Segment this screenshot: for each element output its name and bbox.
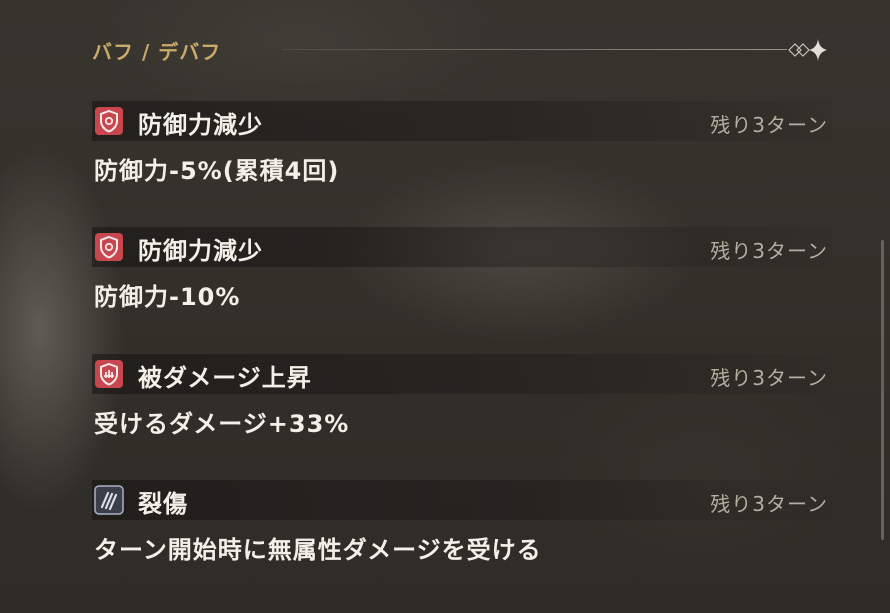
header-divider <box>282 49 787 50</box>
effect-description: 受けるダメージ+33% <box>94 410 350 438</box>
effect-item-laceration[interactable]: 裂傷 残り3ターン ターン開始時に無属性ダメージを受ける <box>92 480 832 565</box>
effect-name: 防御力減少 <box>138 111 263 139</box>
effect-turns-remaining: 残り3ターン <box>710 492 828 516</box>
laceration-icon <box>94 485 124 515</box>
effect-name: 被ダメージ上昇 <box>138 364 312 392</box>
section-title: バフ / デバフ <box>92 40 222 64</box>
effect-name: 防御力減少 <box>138 237 263 265</box>
effect-header: 防御力減少 残り3ターン <box>92 101 832 141</box>
effect-item-damage-taken-up[interactable]: 被ダメージ上昇 残り3ターン 受けるダメージ+33% <box>92 354 832 439</box>
effect-turns-remaining: 残り3ターン <box>710 366 828 390</box>
effect-header: 防御力減少 残り3ターン <box>92 227 832 267</box>
effect-header: 被ダメージ上昇 残り3ターン <box>92 354 832 394</box>
effect-description: 防御力-5%(累積4回) <box>94 157 340 185</box>
damage-taken-up-icon <box>95 360 123 388</box>
effect-turns-remaining: 残り3ターン <box>710 113 828 137</box>
shield-debuff-icon <box>95 233 123 261</box>
effect-name: 裂傷 <box>138 490 188 518</box>
effect-description: ターン開始時に無属性ダメージを受ける <box>94 536 542 564</box>
scrollbar[interactable] <box>881 240 884 540</box>
effect-turns-remaining: 残り3ターン <box>710 239 828 263</box>
effect-header: 裂傷 残り3ターン <box>92 480 832 520</box>
buff-debuff-header: バフ / デバフ <box>92 34 832 66</box>
sparkle-ornament-icon <box>788 39 827 61</box>
effect-item-defense-down-2[interactable]: 防御力減少 残り3ターン 防御力-10% <box>92 227 832 312</box>
shield-debuff-icon <box>95 107 123 135</box>
effect-description: 防御力-10% <box>94 283 241 311</box>
effect-item-defense-down-1[interactable]: 防御力減少 残り3ターン 防御力-5%(累積4回) <box>92 101 832 186</box>
